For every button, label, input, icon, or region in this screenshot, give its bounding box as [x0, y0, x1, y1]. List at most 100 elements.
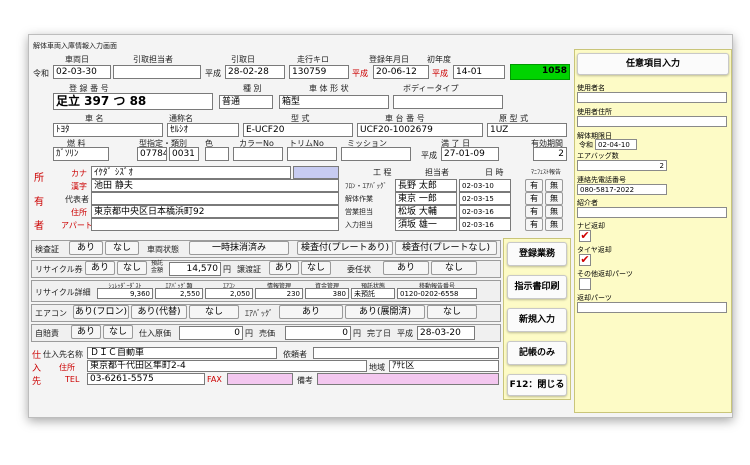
report-yes-button[interactable]: 有 [525, 179, 543, 192]
inspection-no-button[interactable]: なし [105, 241, 139, 255]
plate-yes-button[interactable]: 検査付(プレートあり) [297, 241, 393, 255]
airbag-none-button[interactable]: なし [427, 305, 477, 319]
navi-return-checkbox[interactable]: ✔ [579, 230, 591, 242]
car-name-field[interactable]: ﾄﾖﾀ [53, 123, 163, 137]
report-yes-button[interactable]: 有 [525, 218, 543, 231]
airbag-yes-button[interactable]: あり [279, 305, 343, 319]
mileage-field[interactable]: 130759 [289, 65, 349, 79]
class2-field[interactable]: 0031 [169, 147, 199, 161]
phone-field[interactable]: 080-5817-2022 [577, 184, 667, 195]
process-date-field[interactable]: 02-03-10 [459, 179, 511, 192]
airbag-deployed-button[interactable]: あり(展開済) [345, 305, 425, 319]
cost-field[interactable]: 0 [179, 326, 243, 340]
intro-field[interactable] [577, 207, 727, 218]
proxy-yes-button[interactable]: あり [383, 261, 429, 275]
kanji-field[interactable]: 池田 静夫 [91, 179, 339, 192]
model-field[interactable]: E-UCF20 [243, 123, 353, 137]
engine-field[interactable]: 1UZ [487, 123, 567, 137]
expiry-field[interactable]: 27-01-09 [441, 147, 499, 161]
pickup-date-field[interactable]: 28-02-28 [225, 65, 285, 79]
proxy-no-button[interactable]: なし [431, 261, 477, 275]
record-only-button[interactable]: 記帳のみ [507, 341, 567, 365]
period-field[interactable]: 02-04-10 [595, 139, 637, 150]
report-yes-button[interactable]: 有 [525, 205, 543, 218]
kana-code-field[interactable] [293, 166, 339, 179]
recycle-detail-value[interactable]: 2,550 [155, 288, 203, 299]
process-date-field[interactable]: 02-03-15 [459, 192, 511, 205]
amount-field[interactable]: 1058 [510, 64, 570, 80]
deposit-amount-field[interactable]: 14,570 [169, 262, 221, 276]
fax-field[interactable] [227, 373, 293, 385]
colorno-field[interactable] [233, 147, 283, 161]
sale-field[interactable]: 0 [285, 326, 351, 340]
color-field[interactable] [205, 147, 229, 161]
user-name-field[interactable] [577, 92, 727, 103]
common-name-field[interactable]: ｾﾙｼｵ [167, 123, 239, 137]
process-date-field[interactable]: 02-03-16 [459, 218, 511, 231]
trim-field[interactable] [287, 147, 337, 161]
recycle-detail-value[interactable]: 2,050 [205, 288, 253, 299]
transfer-yes-button[interactable]: あり [269, 261, 299, 275]
body-shape-field[interactable]: 箱型 [279, 95, 389, 109]
process-person-field[interactable]: 松坂 大輔 [395, 205, 457, 218]
body-type-field[interactable] [393, 95, 503, 109]
valid-field[interactable]: 2 [533, 147, 567, 161]
recycle-no-button[interactable]: なし [117, 261, 147, 275]
handler-field[interactable] [113, 65, 201, 79]
supplier-name-field[interactable]: ＤＩＣ自動車 [87, 347, 277, 359]
recycle-detail-value[interactable]: 未預託 [351, 288, 395, 299]
plate-field[interactable]: 足立 397 つ 88 [53, 93, 213, 110]
self-no-button[interactable]: なし [103, 325, 133, 339]
transfer-no-button[interactable]: なし [301, 261, 331, 275]
region-field[interactable]: ｱｻﾋ区 [389, 360, 499, 372]
receive-date-field[interactable]: 02-03-30 [53, 65, 111, 79]
inspection-yes-button[interactable]: あり [69, 241, 103, 255]
airbag-count-field[interactable]: 2 [577, 160, 667, 171]
note-field[interactable] [317, 373, 499, 385]
inspection-field[interactable]: 14-01 [453, 65, 505, 79]
user-addr-field[interactable] [577, 116, 727, 127]
plate-no-button[interactable]: 検査付(プレートなし) [395, 241, 497, 255]
first-reg-field[interactable]: 20-06-12 [373, 65, 429, 79]
process-person-field[interactable]: 東京 一郎 [395, 192, 457, 205]
recycle-yes-button[interactable]: あり [85, 261, 115, 275]
vehicle-state-button[interactable]: 一時抹消済み [189, 241, 289, 255]
process-date-field[interactable]: 02-03-16 [459, 205, 511, 218]
apt-field[interactable] [91, 218, 339, 231]
report-yes-button[interactable]: 有 [525, 192, 543, 205]
plate-type-field[interactable]: 普通 [219, 95, 273, 109]
report-no-button[interactable]: 無 [545, 192, 563, 205]
class1-field[interactable]: 07784 [137, 147, 167, 161]
other-return-checkbox[interactable] [579, 278, 591, 290]
recycle-detail-value[interactable]: 230 [255, 288, 303, 299]
kana-field[interactable]: ｲｹﾀﾞ ｼｽﾞｵ [91, 166, 291, 179]
optional-title-button[interactable]: 任意項目入力 [577, 53, 729, 75]
aircon-none-button[interactable]: なし [189, 305, 239, 319]
tire-return-checkbox[interactable]: ✔ [579, 254, 591, 266]
report-no-button[interactable]: 無 [545, 205, 563, 218]
process-person-field[interactable]: 須坂 雄一 [395, 218, 457, 231]
aircon-alt-button[interactable]: あり(代替) [131, 305, 187, 319]
recycle-detail-value[interactable]: 380 [305, 288, 349, 299]
recycle-detail-value[interactable]: 0120-0202-6558 [397, 288, 477, 299]
report-no-button[interactable]: 無 [545, 218, 563, 231]
fuel-field[interactable]: ｶﾞｿﾘﾝ [53, 147, 109, 161]
self-yes-button[interactable]: あり [71, 325, 101, 339]
owner-addr-field[interactable]: 東京都中央区日本橋浜町92 [91, 205, 339, 218]
print-button[interactable]: 指示書印刷 [507, 275, 567, 299]
return-parts-field[interactable] [577, 302, 727, 313]
report-no-button[interactable]: 無 [545, 179, 563, 192]
tel-field[interactable]: 03-6261-5575 [87, 373, 205, 385]
done-field[interactable]: 28-03-20 [417, 326, 475, 340]
process-person-field[interactable]: 長野 太郎 [395, 179, 457, 192]
close-button[interactable]: F12：閉じる [507, 374, 567, 396]
recycle-detail-value[interactable]: 9,360 [97, 288, 153, 299]
supplier-addr-field[interactable]: 東京都千代田区隼町2-4 [87, 360, 367, 372]
client-field[interactable] [313, 347, 499, 359]
rep-field[interactable] [91, 192, 339, 205]
chassis-field[interactable]: UCF20-1002679 [357, 123, 483, 137]
mission-field[interactable] [341, 147, 411, 161]
new-entry-button[interactable]: 新規入力 [507, 308, 567, 332]
aircon-freon-button[interactable]: あり(フロン) [73, 305, 129, 319]
register-button[interactable]: 登録業務 [507, 242, 567, 266]
